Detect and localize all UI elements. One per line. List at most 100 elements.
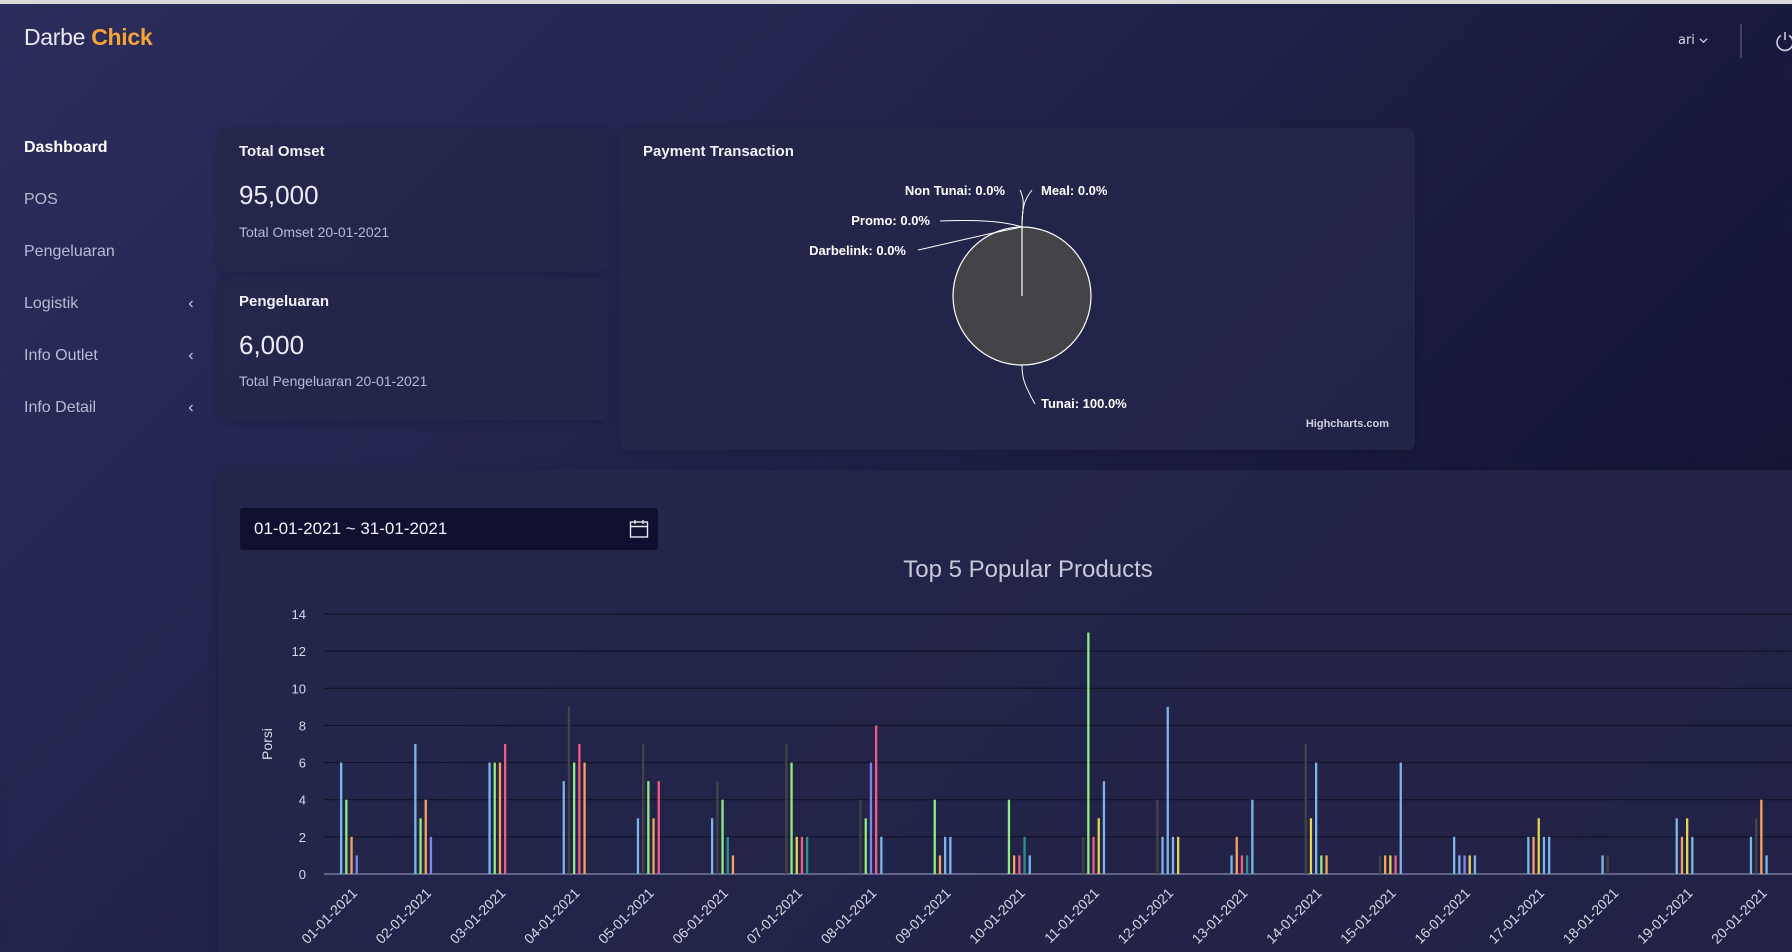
bar-13-01-2021-2 xyxy=(1240,855,1244,874)
bar-19-01-2021-1 xyxy=(1680,836,1684,874)
popular-products-chart: Top 5 Popular Products 0 2 4 6 8 10 12 14 Porsi 01… xyxy=(259,556,1792,947)
bar-10-01-2021-2 xyxy=(1018,855,1021,874)
sidebar-item-logistik[interactable]: Logistik xyxy=(24,278,200,330)
bar-12-01-2021-2 xyxy=(1166,706,1169,874)
total-omset-value: 95,000 xyxy=(239,180,319,210)
user-menu[interactable]: ari xyxy=(1678,33,1709,48)
sidebar-item-label: Pengeluaran xyxy=(24,243,115,260)
sidebar-item-pos[interactable]: POS xyxy=(24,174,200,226)
bar-01-01-2021-0 xyxy=(340,762,343,874)
bar-18-01-2021-1 xyxy=(1606,855,1609,874)
x-tick-label: 07-01-2021 xyxy=(743,885,805,947)
brand-logo[interactable]: Darbe Chick xyxy=(24,24,153,51)
bar-06-01-2021-4 xyxy=(731,855,735,874)
pengeluaran-card: Pengeluaran 6,000 Total Pengeluaran 20-0… xyxy=(218,278,608,420)
x-tick-label: 15-01-2021 xyxy=(1337,885,1399,947)
pie-label-non-tunai: Non Tunai: 0.0% xyxy=(905,183,1006,198)
bar-08-01-2021-3 xyxy=(875,725,878,874)
bar-12-01-2021-3 xyxy=(1171,836,1175,874)
bar-10-01-2021-1 xyxy=(1013,855,1016,874)
bar-16-01-2021-1 xyxy=(1458,855,1461,874)
bar-05-01-2021-4 xyxy=(657,781,660,874)
total-omset-card: Total Omset 95,000 Total Omset 20-01-202… xyxy=(218,128,608,272)
bar-20-01-2021-0 xyxy=(1749,836,1753,874)
bar-06-01-2021-2 xyxy=(721,799,724,874)
total-omset-subtitle: Total Omset 20-01-2021 xyxy=(239,224,390,240)
bar-05-01-2021-0 xyxy=(636,818,640,874)
pie-connector-promo xyxy=(939,220,1023,228)
x-tick-label: 16-01-2021 xyxy=(1411,885,1473,947)
x-tick-label: 17-01-2021 xyxy=(1485,885,1547,947)
chevron-left-icon xyxy=(188,352,193,360)
sidebar-item-label: POS xyxy=(24,191,58,208)
chart-title: Top 5 Popular Products xyxy=(903,556,1152,583)
x-tick-label: 19-01-2021 xyxy=(1634,885,1696,947)
bar-11-01-2021-0 xyxy=(1082,836,1085,874)
x-tick-label: 10-01-2021 xyxy=(966,885,1028,947)
bar-14-01-2021-3 xyxy=(1320,855,1323,874)
bar-03-01-2021-1 xyxy=(493,762,496,874)
bar-03-01-2021-0 xyxy=(488,762,491,874)
y-tick-label: 8 xyxy=(299,718,306,733)
x-tick-label: 05-01-2021 xyxy=(595,885,657,947)
bar-10-01-2021-4 xyxy=(1028,855,1031,874)
highcharts-credit[interactable]: Highcharts.com xyxy=(1306,418,1389,430)
pie-label-tunai: Tunai: 100.0% xyxy=(1041,396,1127,411)
x-tick-label: 06-01-2021 xyxy=(669,885,731,947)
bar-16-01-2021-3 xyxy=(1468,855,1471,874)
user-name: ari xyxy=(1678,33,1695,48)
bar-15-01-2021-4 xyxy=(1399,762,1402,874)
sidebar-item-dashboard[interactable]: Dashboard xyxy=(24,122,200,174)
bar-17-01-2021-2 xyxy=(1537,818,1540,874)
bar-06-01-2021-1 xyxy=(716,781,719,874)
pie-label-promo: Promo: 0.0% xyxy=(851,213,930,228)
sidebar-item-info-outlet[interactable]: Info Outlet xyxy=(24,330,200,382)
bar-19-01-2021-2 xyxy=(1686,818,1689,874)
bar-15-01-2021-0 xyxy=(1378,855,1382,874)
bar-12-01-2021-1 xyxy=(1161,836,1164,874)
bar-01-01-2021-3 xyxy=(355,855,358,874)
bar-11-01-2021-4 xyxy=(1102,781,1106,874)
sidebar-item-info-detail[interactable]: Info Detail xyxy=(24,382,200,434)
pengeluaran-value: 6,000 xyxy=(239,330,305,360)
x-tick-label: 14-01-2021 xyxy=(1263,885,1325,947)
bar-02-01-2021-1 xyxy=(419,818,422,874)
bar-13-01-2021-3 xyxy=(1246,855,1249,874)
bar-12-01-2021-4 xyxy=(1177,836,1180,874)
power-icon[interactable] xyxy=(1774,30,1792,52)
bar-11-01-2021-1 xyxy=(1087,632,1090,874)
payment-transaction-card: Payment Transaction Tunai: 100.0% Non Tun… xyxy=(620,128,1415,450)
pie-connector-meal xyxy=(1021,189,1033,228)
bar-14-01-2021-1 xyxy=(1309,818,1313,874)
window-top-border xyxy=(0,0,1792,4)
bar-07-01-2021-1 xyxy=(790,762,793,874)
bar-04-01-2021-1 xyxy=(567,706,571,874)
y-tick-label: 14 xyxy=(292,607,306,622)
bar-15-01-2021-3 xyxy=(1394,855,1397,874)
y-tick-label: 0 xyxy=(299,867,306,882)
sidebar-item-pengeluaran[interactable]: Pengeluaran xyxy=(24,226,200,278)
bar-01-01-2021-1 xyxy=(345,799,348,874)
bar-17-01-2021-3 xyxy=(1542,836,1546,874)
bar-13-01-2021-1 xyxy=(1235,836,1238,874)
bar-09-01-2021-3 xyxy=(949,836,952,874)
bar-08-01-2021-2 xyxy=(869,762,873,874)
bar-10-01-2021-0 xyxy=(1007,799,1011,874)
brand-accent: Chick xyxy=(91,24,153,50)
x-tick-label: 18-01-2021 xyxy=(1560,885,1622,947)
bar-06-01-2021-3 xyxy=(726,836,729,874)
bar-03-01-2021-2 xyxy=(498,762,502,874)
bar-17-01-2021-4 xyxy=(1548,836,1551,874)
sidebar-item-label: Info Detail xyxy=(24,399,97,416)
bar-08-01-2021-0 xyxy=(859,799,862,874)
bar-19-01-2021-0 xyxy=(1675,818,1678,874)
bar-07-01-2021-4 xyxy=(806,836,809,874)
bar-15-01-2021-2 xyxy=(1389,855,1392,874)
bar-13-01-2021-0 xyxy=(1230,855,1233,874)
sidebar-item-label: Dashboard xyxy=(24,139,108,156)
chevron-left-icon xyxy=(188,404,193,412)
bar-14-01-2021-2 xyxy=(1315,762,1318,874)
header-divider xyxy=(1740,24,1742,58)
x-tick-label: 12-01-2021 xyxy=(1114,885,1176,947)
bar-14-01-2021-0 xyxy=(1304,744,1307,874)
